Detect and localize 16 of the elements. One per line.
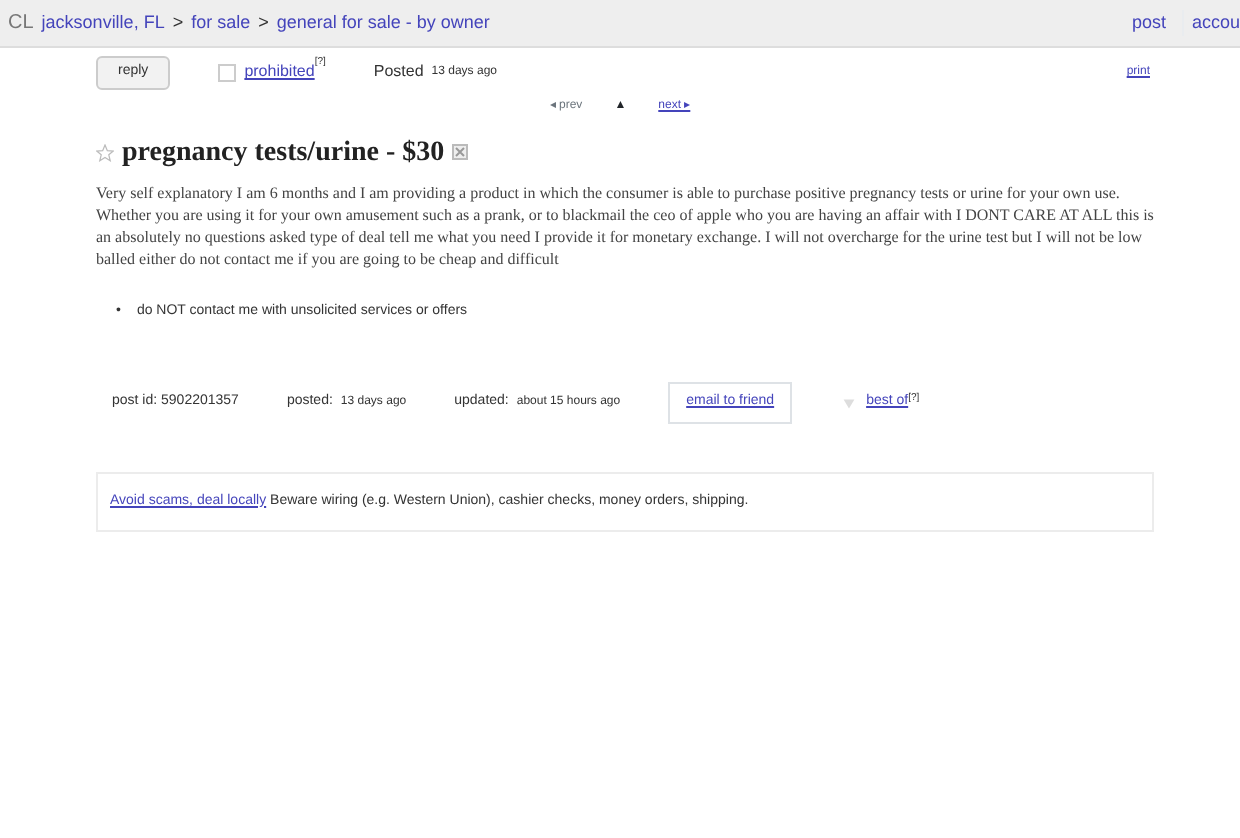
- hide-icon[interactable]: [452, 144, 469, 160]
- prohibited-checkbox[interactable]: [218, 63, 237, 82]
- breadcrumb-link[interactable]: jacksonville, FL: [41, 9, 165, 37]
- posting-title: pregnancy tests/urine - $30: [122, 135, 445, 171]
- breadcrumb-link[interactable]: for sale: [191, 9, 251, 37]
- breadcrumb-separator: >: [258, 9, 269, 36]
- star-icon[interactable]: [96, 143, 114, 161]
- posted-label: Posted: [373, 60, 424, 85]
- header-link[interactable]: post: [1131, 9, 1182, 37]
- posting-body: Very self explanatory I am 6 months and I am providing a product in which the consumer is able to purchase positive pregnancy tests or urine for your own use. Whether you are using it for your own amusement such as a prank, or to blackmail the ceo of apple who you are having an affair with I DONT CARE AT ALL this is an absolutely no questions asked type of deal tell me what you need I provide it for monetary exchange. I will not overcharge for the urine test but I will not be low balled either do not contact me if you are going to be cheap and difficult: [96, 181, 1156, 269]
- header-link[interactable]: accou: [1181, 9, 1240, 37]
- breadcrumb-link[interactable]: general for sale - by owner: [276, 9, 490, 37]
- logo[interactable]: CL: [8, 8, 34, 38]
- triangle-icon[interactable]: [840, 393, 859, 412]
- prohibited-link[interactable]: prohibited: [244, 60, 315, 85]
- breadcrumb-separator: >: [172, 9, 184, 36]
